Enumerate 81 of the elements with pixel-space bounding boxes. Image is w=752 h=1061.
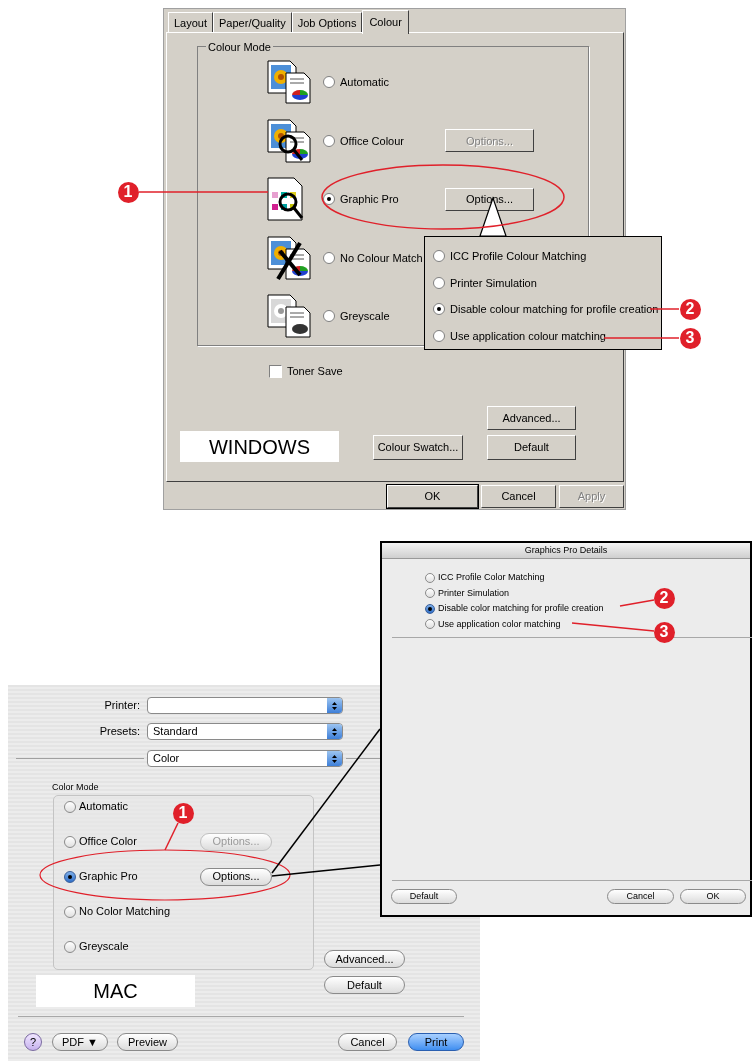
dialog-button[interactable]: Cancel [481, 485, 556, 508]
popup-menu[interactable]: Color [147, 750, 343, 767]
group-title: Color Mode [52, 781, 99, 794]
default-button[interactable]: Default [487, 435, 576, 460]
dialog-button[interactable]: PDF ▼ [52, 1033, 108, 1051]
radio-button[interactable] [433, 276, 445, 289]
radio-label: Graphic Pro [79, 869, 138, 885]
radio-label: ICC Profile Colour Matching [450, 249, 587, 264]
radio-label: Automatic [340, 75, 389, 90]
options-button[interactable]: Options... [445, 187, 534, 211]
caption-label: WINDOWS [180, 431, 339, 462]
radio-label: Printer Simulation [438, 586, 510, 600]
radio-label: Greyscale [340, 309, 390, 324]
radio-label: Graphic Pro [340, 192, 399, 207]
checkbox[interactable] [269, 364, 282, 378]
radio-label: No Color Matching [79, 904, 171, 920]
options-button[interactable]: Options... [200, 867, 272, 886]
radio-button[interactable] [64, 835, 76, 848]
radio-button[interactable] [433, 250, 445, 263]
flower-documents-icon [266, 293, 312, 340]
radio-button[interactable] [323, 251, 335, 264]
radio-label: Use application colour matching [450, 328, 606, 344]
dialog-button[interactable]: Preview [117, 1033, 178, 1051]
popup-value: Color [153, 751, 180, 767]
radio-button[interactable] [425, 603, 435, 614]
radio-label: Automatic [79, 799, 128, 815]
dialog-button[interactable]: Print [408, 1033, 464, 1051]
documents-crossed-icon [266, 234, 312, 281]
radio-button[interactable] [425, 619, 435, 630]
radio-label: ICC Profile Color Matching [438, 571, 545, 584]
popup-menu[interactable] [147, 697, 343, 714]
caption-label: MAC [36, 975, 195, 1007]
radio-button[interactable] [425, 572, 435, 583]
callout-number: 1 [117, 181, 139, 203]
documents-icon [266, 59, 312, 106]
dialog-button[interactable]: OK [680, 889, 746, 904]
tab[interactable]: Colour [362, 10, 409, 34]
tab[interactable]: Paper/Quality [213, 12, 292, 33]
stepper-arrows-icon [331, 753, 338, 764]
dialog-button[interactable]: Default [391, 889, 457, 904]
radio-button[interactable] [64, 870, 76, 883]
dialog-button[interactable]: Cancel [338, 1033, 397, 1051]
radio-label: Office Color [79, 834, 137, 850]
radio-button[interactable] [425, 588, 435, 599]
advanced-button[interactable]: Advanced... [324, 950, 405, 968]
popup-value: Standard [153, 724, 198, 740]
radio-button[interactable] [64, 940, 76, 953]
sheet-title: Graphics Pro Details [382, 543, 750, 559]
radio-label: Use application color matching [438, 617, 561, 631]
radio-button[interactable] [433, 303, 445, 316]
advanced-button[interactable]: Advanced... [487, 406, 576, 430]
tab[interactable]: Layout [168, 12, 214, 33]
field-label: Presets: [99, 724, 140, 739]
radio-label: Office Colour [340, 133, 404, 149]
help-button[interactable]: ? [24, 1033, 42, 1051]
radio-button[interactable] [64, 905, 76, 918]
stepper-arrows-icon [331, 700, 338, 711]
popup-menu[interactable]: Standard [147, 723, 343, 740]
default-button[interactable]: Default [324, 976, 405, 994]
callout-number: 2 [679, 298, 701, 320]
radio-button[interactable] [323, 134, 335, 147]
radio-label: Greyscale [79, 939, 129, 955]
callout-number: 3 [679, 327, 701, 349]
radio-button[interactable] [323, 76, 335, 89]
colour-swatch-button[interactable]: Colour Swatch... [373, 435, 463, 460]
radio-label: Disable color matching for profile creation [438, 602, 604, 615]
radio-button[interactable] [64, 800, 76, 813]
radio-label: Disable colour matching for profile creation [450, 302, 659, 317]
field-label: Printer: [104, 698, 140, 713]
dialog-button[interactable]: Cancel [607, 889, 674, 904]
radio-button[interactable] [323, 310, 335, 323]
leader-line [649, 308, 680, 310]
documents-magnifier-icon [266, 117, 312, 164]
checkbox-label: Toner Save [287, 364, 343, 379]
radio-label: No Colour Match [340, 250, 423, 266]
leader-line [619, 599, 655, 607]
dialog-button[interactable]: OK [387, 485, 478, 508]
stepper-arrows-icon [331, 726, 338, 737]
radio-label: Printer Simulation [450, 275, 537, 291]
radio-button[interactable] [433, 329, 445, 342]
leader-line [164, 822, 179, 851]
